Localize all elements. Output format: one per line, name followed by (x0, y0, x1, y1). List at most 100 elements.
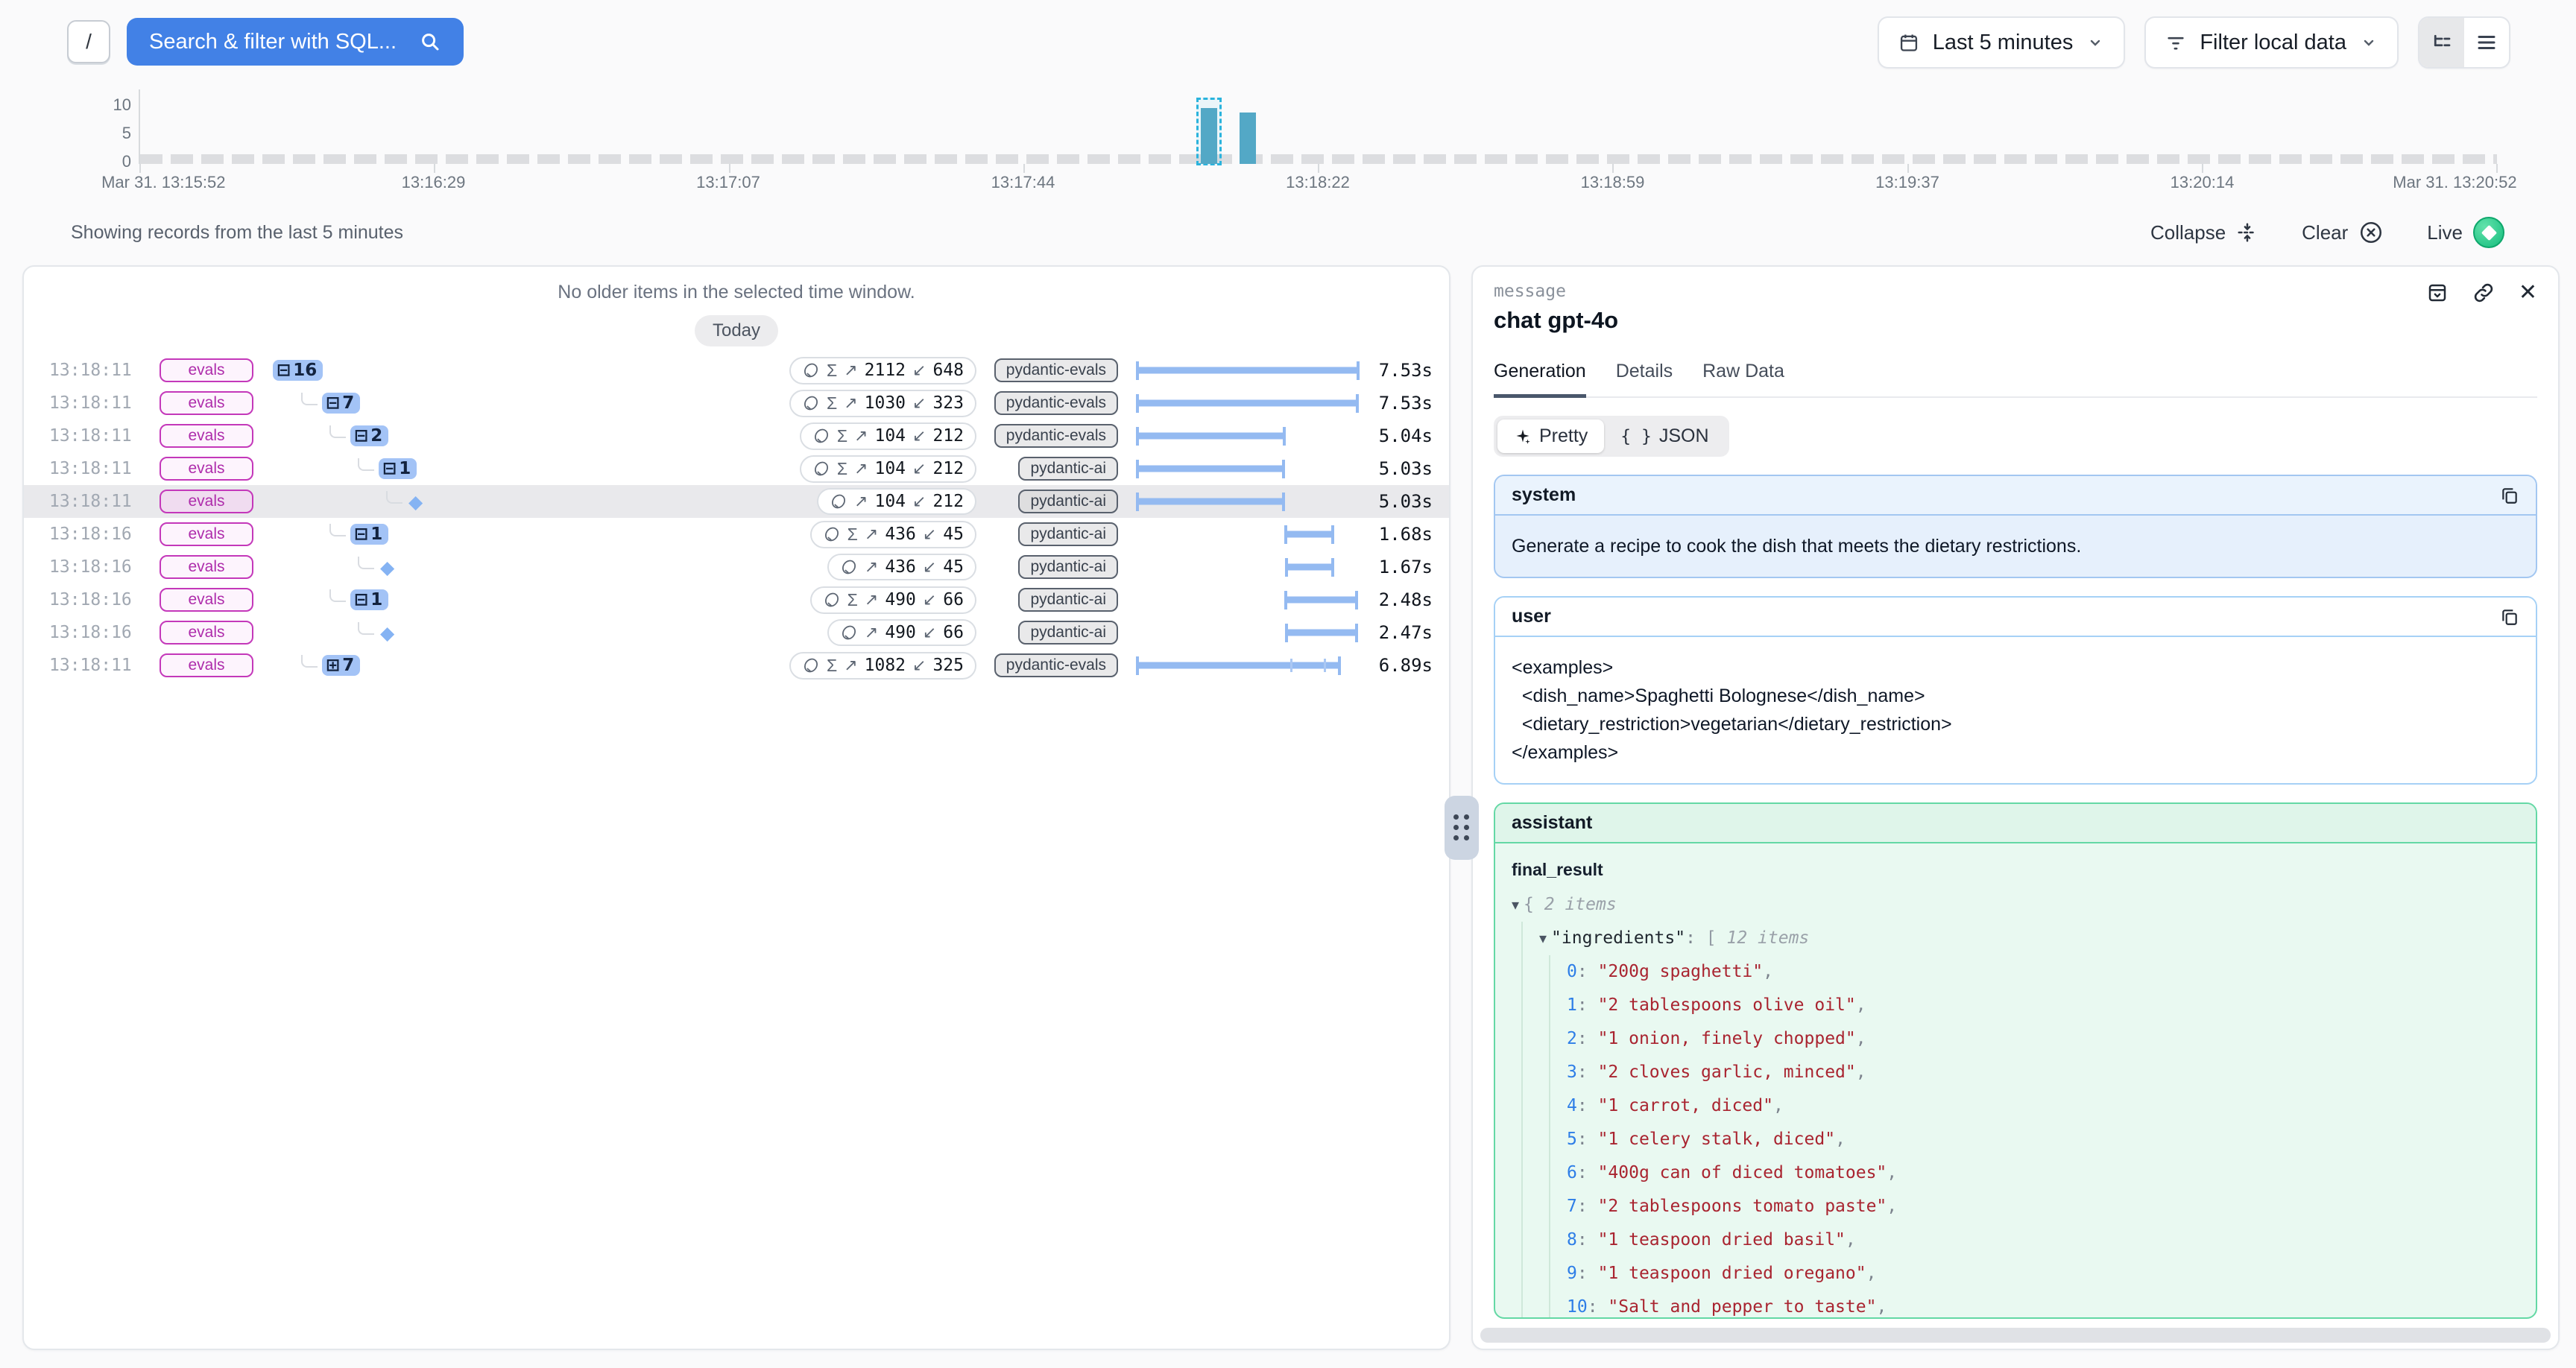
tag-badge[interactable]: pydantic-ai (1018, 522, 1118, 546)
list-view-toggle[interactable] (2464, 18, 2509, 67)
tab-details[interactable]: Details (1616, 361, 1673, 396)
input-tokens-icon: ↗ (844, 394, 857, 413)
token-usage-pill: Σ ↗490 ↙66 (827, 619, 976, 646)
search-group: / Search & filter with SQL... (67, 18, 464, 66)
input-tokens-icon: ↗ (865, 591, 878, 609)
filter-local-data-dropdown[interactable]: Filter local data (2144, 16, 2399, 69)
copy-icon[interactable] (2500, 607, 2519, 627)
chevron-down-icon[interactable]: ▾ (1512, 896, 1519, 913)
live-label: Live (2427, 221, 2463, 244)
input-tokens: 1030 (865, 393, 906, 413)
input-tokens-icon: ↗ (844, 656, 857, 675)
tree-expander[interactable]: ⊞7 (322, 655, 360, 676)
search-button[interactable]: Search & filter with SQL... (127, 18, 464, 66)
gantt-bar (1136, 498, 1285, 505)
tree-expander[interactable]: ⊟1 (350, 524, 388, 545)
trace-panel: No older items in the selected time wind… (22, 265, 1450, 1350)
tree-expander[interactable]: ⊟16 (273, 360, 323, 381)
input-tokens-icon: ↗ (865, 525, 878, 544)
tree-expander[interactable]: ⊟2 (350, 425, 388, 446)
gantt-bar (1136, 433, 1286, 440)
evals-badge[interactable]: evals (160, 522, 253, 546)
copy-icon[interactable] (2500, 486, 2519, 505)
dock-panel-icon[interactable] (2426, 282, 2449, 304)
tag-badge[interactable]: pydantic-ai (1018, 457, 1118, 481)
chevron-down-icon[interactable]: ▾ (1539, 929, 1547, 947)
input-tokens: 2112 (865, 361, 906, 380)
duration-gantt (1136, 452, 1360, 485)
status-actions: Collapse Clear Live (2150, 217, 2504, 248)
json-toggle-button[interactable]: { } JSON (1604, 419, 1725, 453)
tree-expander[interactable]: ⊟7 (322, 393, 360, 414)
tag-badge[interactable]: pydantic-evals (994, 358, 1118, 382)
pretty-toggle-button[interactable]: Pretty (1497, 419, 1604, 453)
output-tokens-icon: ↙ (923, 624, 936, 642)
evals-badge[interactable]: evals (160, 391, 253, 415)
close-icon[interactable]: ✕ (2519, 282, 2537, 304)
table-row[interactable]: 13:18:16 evals ⊟1 ◆ Σ ↗490 ↙66 pydantic-… (24, 583, 1449, 616)
string-value: "1 teaspoon dried basil" (1598, 1230, 1846, 1250)
live-toggle[interactable]: Live (2427, 217, 2504, 248)
y-tick-0: 0 (122, 153, 131, 170)
tree-view-toggle[interactable] (2419, 18, 2464, 67)
array-index: 2 (1567, 1029, 1577, 1048)
evals-badge[interactable]: evals (160, 653, 253, 677)
coin-icon (823, 525, 841, 543)
token-usage-pill: Σ ↗104 ↙212 (800, 422, 976, 450)
tag-badge[interactable]: pydantic-evals (994, 391, 1118, 415)
coin-icon (802, 656, 820, 674)
evals-badge[interactable]: evals (160, 588, 253, 612)
table-row[interactable]: 13:18:11 evals ⊟1 ◆ Σ ↗104 ↙212 pydantic… (24, 452, 1449, 485)
child-count: 7 (342, 656, 354, 675)
gantt-bar (1284, 597, 1358, 604)
tag-badge[interactable]: pydantic-ai (1018, 490, 1118, 513)
showing-records-text: Showing records from the last 5 minutes (71, 222, 403, 244)
tab-raw-data[interactable]: Raw Data (1702, 361, 1784, 396)
clear-button[interactable]: Clear (2302, 220, 2384, 245)
timeline-bar[interactable] (1240, 113, 1256, 164)
evals-badge[interactable]: evals (160, 555, 253, 579)
evals-badge[interactable]: evals (160, 424, 253, 448)
tree-expander[interactable]: ⊟1 (379, 458, 417, 479)
table-row[interactable]: 13:18:16 evals ◆ Σ ↗490 ↙66 pydantic-ai … (24, 616, 1449, 649)
table-row[interactable]: 13:18:11 evals ⊟2 ◆ Σ ↗104 ↙212 pydantic… (24, 419, 1449, 452)
evals-badge[interactable]: evals (160, 490, 253, 513)
output-tokens: 66 (943, 623, 964, 642)
tag-badge[interactable]: pydantic-ai (1018, 555, 1118, 579)
json-root-line: ▾{ 2 items (1512, 888, 2519, 922)
input-tokens: 104 (874, 492, 906, 511)
evals-badge[interactable]: evals (160, 358, 253, 382)
token-usage-pill: Σ ↗2112 ↙648 (789, 357, 976, 384)
tag-badge[interactable]: pydantic-ai (1018, 588, 1118, 612)
collapse-button[interactable]: Collapse (2150, 221, 2258, 244)
x-tick-label: 13:17:44 (991, 173, 1055, 192)
row-timestamp: 13:18:16 (49, 590, 140, 609)
detail-title: chat gpt-4o (1494, 307, 2537, 334)
tag-badge[interactable]: pydantic-ai (1018, 621, 1118, 645)
child-count: 16 (293, 361, 317, 380)
evals-badge[interactable]: evals (160, 621, 253, 645)
tag-badge[interactable]: pydantic-evals (994, 424, 1118, 448)
table-row[interactable]: 13:18:11 evals ◆ Σ ↗104 ↙212 pydantic-ai… (24, 485, 1449, 518)
tree-expander[interactable]: ⊟1 (350, 589, 388, 610)
table-row[interactable]: 13:18:11 evals ⊟7 ◆ Σ ↗1030 ↙323 pydanti… (24, 387, 1449, 419)
row-timestamp: 13:18:11 (49, 492, 140, 511)
table-row[interactable]: 13:18:11 evals ⊟16 ◆ Σ ↗2112 ↙648 pydant… (24, 354, 1449, 387)
copy-link-icon[interactable] (2472, 282, 2495, 304)
horizontal-scrollbar[interactable] (1480, 1328, 2551, 1343)
array-index: 9 (1567, 1264, 1577, 1283)
panel-resize-handle[interactable] (1445, 796, 1479, 860)
tab-generation[interactable]: Generation (1494, 361, 1586, 398)
input-tokens-icon: ↗ (865, 558, 878, 577)
table-row[interactable]: 13:18:16 evals ◆ Σ ↗436 ↙45 pydantic-ai … (24, 551, 1449, 583)
tag-badge[interactable]: pydantic-evals (994, 653, 1118, 677)
evals-badge[interactable]: evals (160, 457, 253, 481)
timeline-chart[interactable]: 10 5 0 Mar 31. 13:15:5213:16:2913:17:071… (89, 89, 2497, 200)
system-message-header: system (1495, 476, 2536, 516)
table-row[interactable]: 13:18:16 evals ⊟1 ◆ Σ ↗436 ↙45 pydantic-… (24, 518, 1449, 551)
timeline-bar[interactable] (1201, 108, 1217, 164)
x-tick-label: 13:18:59 (1581, 173, 1645, 192)
row-timestamp: 13:18:11 (49, 459, 140, 478)
table-row[interactable]: 13:18:11 evals ⊞7 ◆ Σ ↗1082 ↙325 pydanti… (24, 649, 1449, 682)
time-range-dropdown[interactable]: Last 5 minutes (1878, 16, 2126, 69)
